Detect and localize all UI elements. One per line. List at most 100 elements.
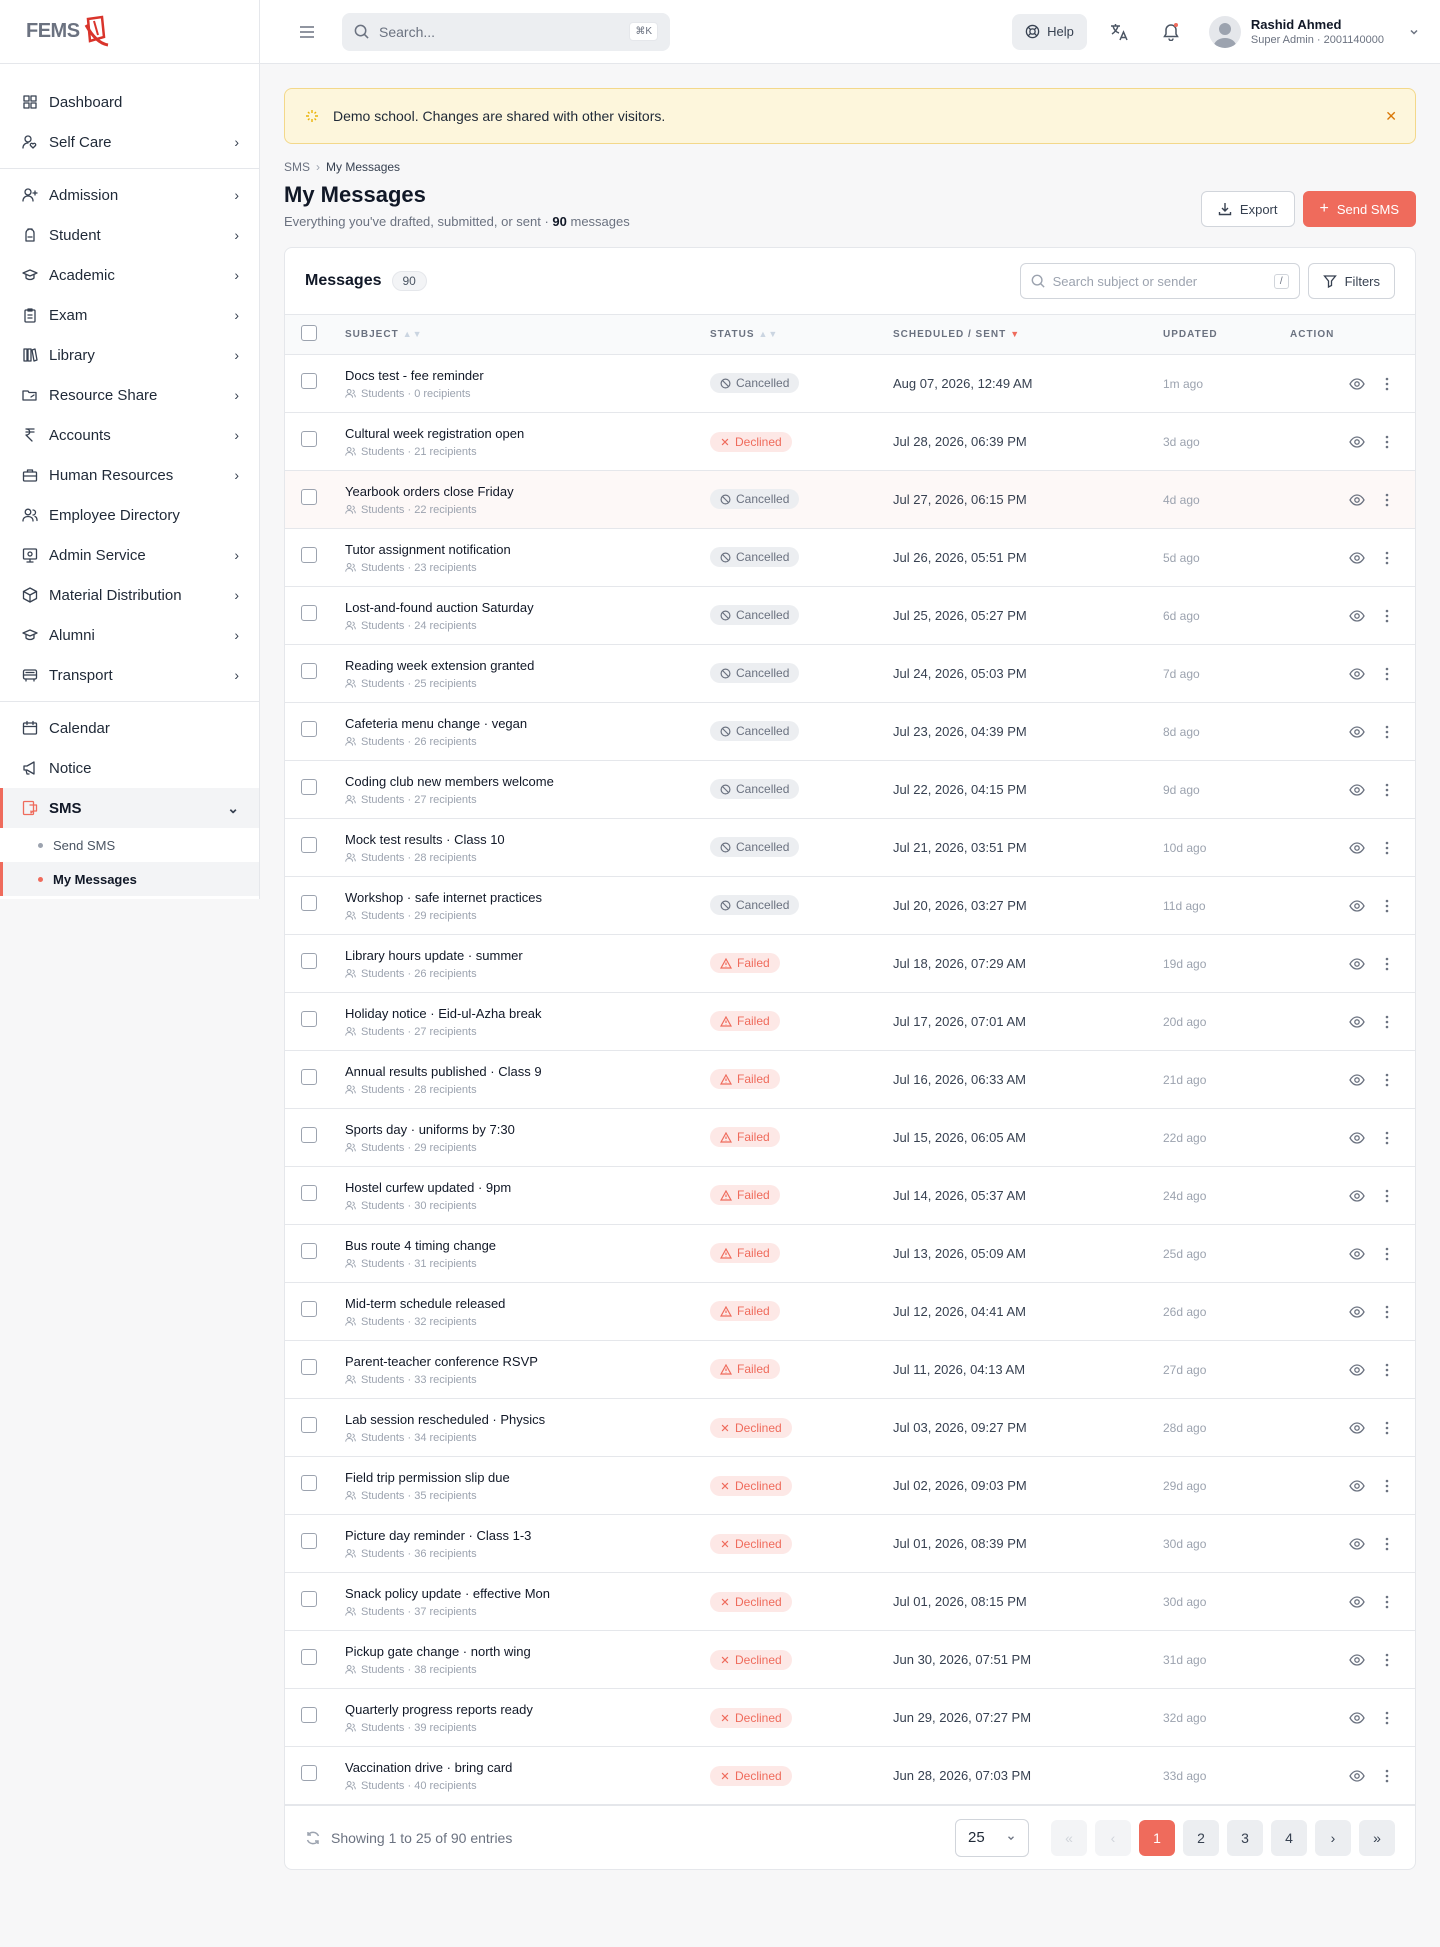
sidebar-item-employee-directory[interactable]: Employee Directory (0, 495, 259, 535)
row-checkbox[interactable] (301, 1127, 317, 1143)
sidebar-item-accounts[interactable]: Accounts › (0, 415, 259, 455)
more-vertical-icon[interactable] (1385, 1073, 1389, 1087)
eye-icon[interactable] (1349, 435, 1365, 448)
user-menu[interactable]: Rashid Ahmed Super Admin · 2001140000 (1208, 15, 1420, 48)
more-vertical-icon[interactable] (1385, 1711, 1389, 1725)
row-checkbox[interactable] (301, 837, 317, 853)
row-checkbox[interactable] (301, 489, 317, 505)
row-checkbox[interactable] (301, 953, 317, 969)
sidebar-item-admin-service[interactable]: Admin Service › (0, 535, 259, 575)
table-row[interactable]: Workshop · safe internet practices Studen… (285, 877, 1415, 935)
table-row[interactable]: Hostel curfew updated · 9pm Students · 30… (285, 1167, 1415, 1225)
table-row[interactable]: Cultural week registration open Students … (285, 413, 1415, 471)
sidebar-item-calendar[interactable]: Calendar (0, 708, 259, 748)
message-subject[interactable]: Cafeteria menu change · vegan (345, 716, 710, 731)
row-checkbox[interactable] (301, 1533, 317, 1549)
first-page-button[interactable]: « (1051, 1819, 1087, 1856)
eye-icon[interactable] (1349, 1653, 1365, 1666)
eye-icon[interactable] (1349, 1131, 1365, 1144)
sidebar-item-dashboard[interactable]: Dashboard (0, 82, 259, 122)
row-checkbox[interactable] (301, 1707, 317, 1723)
more-vertical-icon[interactable] (1385, 1247, 1389, 1261)
table-row[interactable]: Tutor assignment notification Students · … (285, 529, 1415, 587)
eye-icon[interactable] (1349, 1421, 1365, 1434)
eye-icon[interactable] (1349, 1305, 1365, 1318)
table-row[interactable]: Lab session rescheduled · Physics Student… (285, 1399, 1415, 1457)
more-vertical-icon[interactable] (1385, 667, 1389, 681)
table-row[interactable]: Library hours update · summer Students · … (285, 935, 1415, 993)
sidebar-item-admission[interactable]: Admission › (0, 175, 259, 215)
notifications-button[interactable] (1151, 12, 1191, 52)
global-search-input[interactable] (379, 23, 620, 40)
more-vertical-icon[interactable] (1385, 1305, 1389, 1319)
sidebar-item-academic[interactable]: Academic › (0, 255, 259, 295)
message-subject[interactable]: Pickup gate change · north wing (345, 1644, 710, 1659)
table-row[interactable]: Snack policy update · effective Mon Stude… (285, 1573, 1415, 1631)
row-checkbox[interactable] (301, 431, 317, 447)
eye-icon[interactable] (1349, 1189, 1365, 1202)
table-row[interactable]: Bus route 4 timing change Students · 31 r… (285, 1225, 1415, 1283)
table-row[interactable]: Mid-term schedule released Students · 32 … (285, 1283, 1415, 1341)
message-subject[interactable]: Docs test - fee reminder (345, 368, 710, 383)
message-subject[interactable]: Picture day reminder · Class 1-3 (345, 1528, 710, 1543)
message-subject[interactable]: Coding club new members welcome (345, 774, 710, 789)
sidebar-item-material-distribution[interactable]: Material Distribution › (0, 575, 259, 615)
row-checkbox[interactable] (301, 373, 317, 389)
sidebar-item-student[interactable]: Student › (0, 215, 259, 255)
message-subject[interactable]: Holiday notice · Eid-ul-Azha break (345, 1006, 710, 1021)
eye-icon[interactable] (1349, 1595, 1365, 1608)
eye-icon[interactable] (1349, 493, 1365, 506)
table-row[interactable]: Sports day · uniforms by 7:30 Students · … (285, 1109, 1415, 1167)
eye-icon[interactable] (1349, 1537, 1365, 1550)
row-checkbox[interactable] (301, 1243, 317, 1259)
row-checkbox[interactable] (301, 895, 317, 911)
message-subject[interactable]: Cultural week registration open (345, 426, 710, 441)
table-row[interactable]: Annual results published · Class 9 Studen… (285, 1051, 1415, 1109)
row-checkbox[interactable] (301, 663, 317, 679)
eye-icon[interactable] (1349, 1015, 1365, 1028)
message-subject[interactable]: Mock test results · Class 10 (345, 832, 710, 847)
prev-page-button[interactable]: ‹ (1095, 1819, 1131, 1856)
breadcrumb-sms[interactable]: SMS (284, 160, 310, 174)
message-subject[interactable]: Reading week extension granted (345, 658, 710, 673)
table-row[interactable]: Vaccination drive · bring card Students ·… (285, 1747, 1415, 1805)
help-button[interactable]: Help (1012, 13, 1087, 50)
message-subject[interactable]: Workshop · safe internet practices (345, 890, 710, 905)
message-subject[interactable]: Bus route 4 timing change (345, 1238, 710, 1253)
more-vertical-icon[interactable] (1385, 1015, 1389, 1029)
message-subject[interactable]: Vaccination drive · bring card (345, 1760, 710, 1775)
sidebar-subitem-my-messages[interactable]: My Messages (0, 862, 259, 896)
row-checkbox[interactable] (301, 1301, 317, 1317)
eye-icon[interactable] (1349, 1363, 1365, 1376)
more-vertical-icon[interactable] (1385, 1189, 1389, 1203)
refresh-icon[interactable] (305, 1830, 321, 1846)
page-button-4[interactable]: 4 (1271, 1819, 1307, 1856)
more-vertical-icon[interactable] (1385, 435, 1389, 449)
message-subject[interactable]: Annual results published · Class 9 (345, 1064, 710, 1079)
eye-icon[interactable] (1349, 377, 1365, 390)
more-vertical-icon[interactable] (1385, 609, 1389, 623)
eye-icon[interactable] (1349, 1247, 1365, 1260)
table-row[interactable]: Pickup gate change · north wing Students … (285, 1631, 1415, 1689)
export-button[interactable]: Export (1200, 191, 1295, 227)
table-row[interactable]: Docs test - fee reminder Students · 0 rec… (285, 355, 1415, 413)
message-subject[interactable]: Tutor assignment notification (345, 542, 710, 557)
more-vertical-icon[interactable] (1385, 725, 1389, 739)
table-row[interactable]: Quarterly progress reports ready Students… (285, 1689, 1415, 1747)
more-vertical-icon[interactable] (1385, 1479, 1389, 1493)
table-row[interactable]: Cafeteria menu change · vegan Students · … (285, 703, 1415, 761)
more-vertical-icon[interactable] (1385, 841, 1389, 855)
table-row[interactable]: Field trip permission slip due Students ·… (285, 1457, 1415, 1515)
filters-button[interactable]: Filters (1307, 263, 1395, 299)
row-checkbox[interactable] (301, 721, 317, 737)
table-row[interactable]: Reading week extension granted Students ·… (285, 645, 1415, 703)
sidebar-item-library[interactable]: Library › (0, 335, 259, 375)
global-search[interactable]: ⌘K (342, 12, 670, 51)
message-subject[interactable]: Quarterly progress reports ready (345, 1702, 710, 1717)
eye-icon[interactable] (1349, 783, 1365, 796)
message-subject[interactable]: Lost-and-found auction Saturday (345, 600, 710, 615)
table-row[interactable]: Mock test results · Class 10 Students · 2… (285, 819, 1415, 877)
eye-icon[interactable] (1349, 1479, 1365, 1492)
sidebar-item-resource-share[interactable]: Resource Share › (0, 375, 259, 415)
more-vertical-icon[interactable] (1385, 1363, 1389, 1377)
